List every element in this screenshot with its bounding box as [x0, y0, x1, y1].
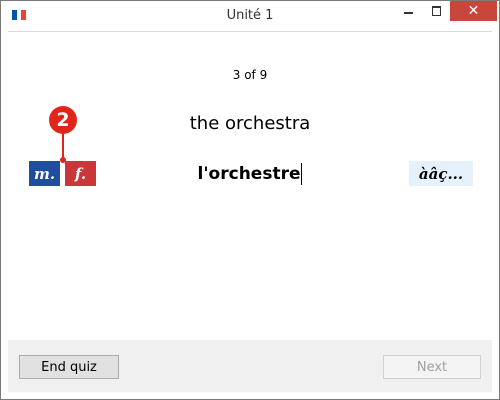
end-quiz-button[interactable]: End quiz: [19, 355, 119, 379]
title-bar: Unité 1 ✕: [1, 1, 499, 31]
answer-input[interactable]: l'orchestre: [198, 163, 303, 185]
feminine-button[interactable]: f.: [65, 161, 96, 186]
hint-number-badge: 2: [49, 106, 77, 134]
prompt-text: the orchestra: [189, 113, 311, 134]
masculine-button[interactable]: m.: [29, 161, 60, 186]
close-icon: ✕: [467, 3, 480, 19]
maximize-icon: [431, 6, 441, 16]
quiz-panel: 3 of 9 the orchestra 2 m. f. l'orchestre…: [8, 31, 492, 340]
maximize-button[interactable]: [422, 1, 450, 21]
footer-bar: End quiz Next: [8, 340, 492, 392]
next-button[interactable]: Next: [383, 355, 481, 379]
minimize-icon: [403, 12, 413, 14]
quiz-window: Unité 1 ✕ 3 of 9 the orchestra 2 m. f. l…: [0, 0, 500, 400]
answer-field[interactable]: l'orchestre: [148, 163, 352, 187]
close-button[interactable]: ✕: [450, 1, 497, 21]
question-progress: 3 of 9: [232, 68, 268, 82]
hint-connector: [62, 132, 64, 159]
accent-characters-button[interactable]: àâç...: [409, 161, 473, 186]
minimize-button[interactable]: [394, 1, 422, 21]
